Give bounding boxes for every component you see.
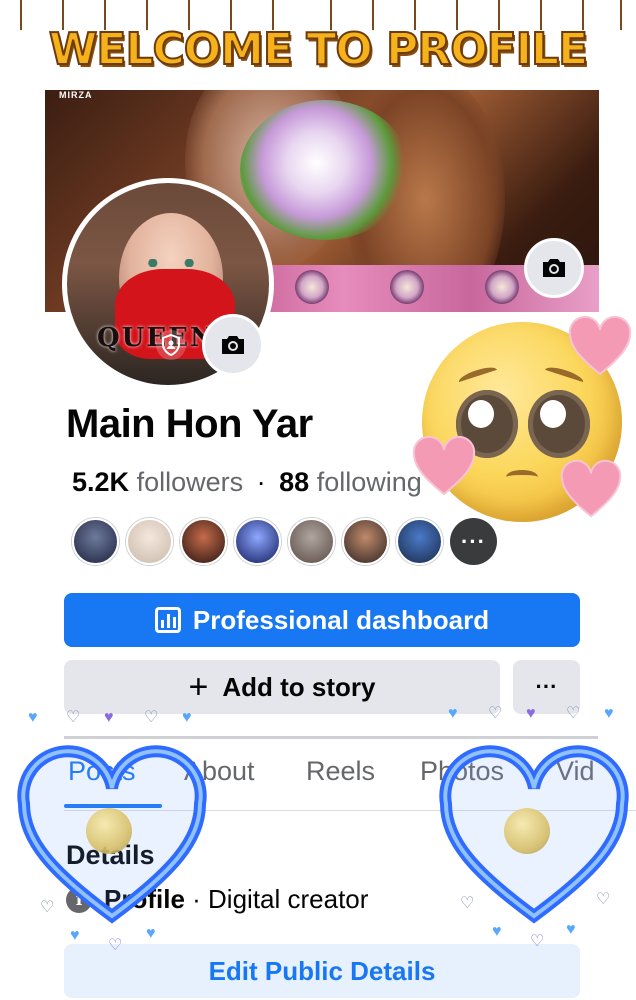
more-friends-button[interactable]: ··· (450, 518, 497, 565)
more-options-button[interactable]: ··· (513, 660, 580, 714)
friend-avatar[interactable] (342, 518, 389, 565)
friend-avatar[interactable] (234, 518, 281, 565)
section-divider (64, 736, 598, 739)
mini-heart-icon: ♥ (566, 921, 576, 938)
tab-about[interactable]: About (184, 756, 255, 787)
stats-separator: · (256, 467, 266, 497)
mini-heart-icon: ♥ (28, 709, 38, 726)
friend-avatar[interactable] (288, 518, 335, 565)
add-to-story-button[interactable]: + Add to story (64, 660, 500, 714)
mini-heart-icon: ♥ (70, 927, 80, 944)
tab-videos[interactable]: Vid (556, 756, 595, 787)
edit-public-details-button[interactable]: Edit Public Details (64, 944, 580, 998)
bar-chart-icon (154, 607, 181, 633)
profile-name: Main Hon Yar (66, 402, 313, 446)
mini-heart-icon: ♡ (40, 899, 55, 916)
mini-heart-icon: ♥ (492, 923, 502, 940)
dashboard-label: Professional dashboard (192, 604, 490, 635)
friends-avatars-row: ··· (72, 518, 497, 565)
pink-heart-icon (568, 314, 632, 378)
follow-stats: 5.2K followers · 88 following (72, 467, 422, 498)
profile-label: Profile (104, 884, 185, 914)
followers-label[interactable]: followers (137, 467, 244, 497)
smiling-face-emoji (504, 808, 550, 854)
friend-avatar[interactable] (72, 518, 119, 565)
flower-bouquet (240, 100, 410, 240)
tab-posts[interactable]: Posts (68, 756, 136, 787)
tabs-divider (64, 810, 636, 811)
profile-category: · Digital creator (184, 884, 369, 914)
details-heading: Details (66, 840, 155, 870)
friend-avatar[interactable] (396, 518, 443, 565)
edit-cover-button[interactable] (524, 238, 584, 298)
active-tab-indicator (64, 804, 162, 808)
mini-heart-icon: ♥ (146, 925, 156, 942)
pink-heart-icon (560, 458, 622, 520)
following-count[interactable]: 88 (279, 467, 309, 497)
friend-avatar[interactable] (126, 518, 173, 565)
mini-heart-icon: ♥ (604, 705, 614, 722)
tab-photos[interactable]: Photos (420, 756, 504, 787)
followers-count[interactable]: 5.2K (72, 467, 129, 497)
cover-watermark: MIRZA (59, 90, 93, 100)
following-label[interactable]: following (317, 467, 422, 497)
camera-icon (543, 259, 565, 277)
camera-icon (222, 336, 244, 354)
banner-title: WELCOME TO PROFILE (48, 23, 589, 76)
pleading-face-emoji (422, 322, 622, 522)
info-icon: i (66, 886, 92, 913)
edit-avatar-button[interactable] (202, 314, 264, 376)
professional-dashboard-button[interactable]: Professional dashboard (64, 593, 580, 647)
friend-avatar[interactable] (180, 518, 227, 565)
mini-heart-icon: ♡ (596, 891, 611, 908)
profile-guard-icon (156, 330, 186, 360)
plus-icon: + (188, 668, 209, 706)
profile-tabs: Posts About Reels Photos Vid (64, 756, 636, 796)
add-story-label: Add to story (222, 671, 376, 702)
welcome-banner: WELCOME TO PROFILE (0, 0, 636, 88)
mini-heart-icon: ♡ (460, 895, 475, 912)
tab-reels[interactable]: Reels (306, 756, 375, 787)
profile-category-row: i Profile · Digital creator (66, 884, 368, 915)
